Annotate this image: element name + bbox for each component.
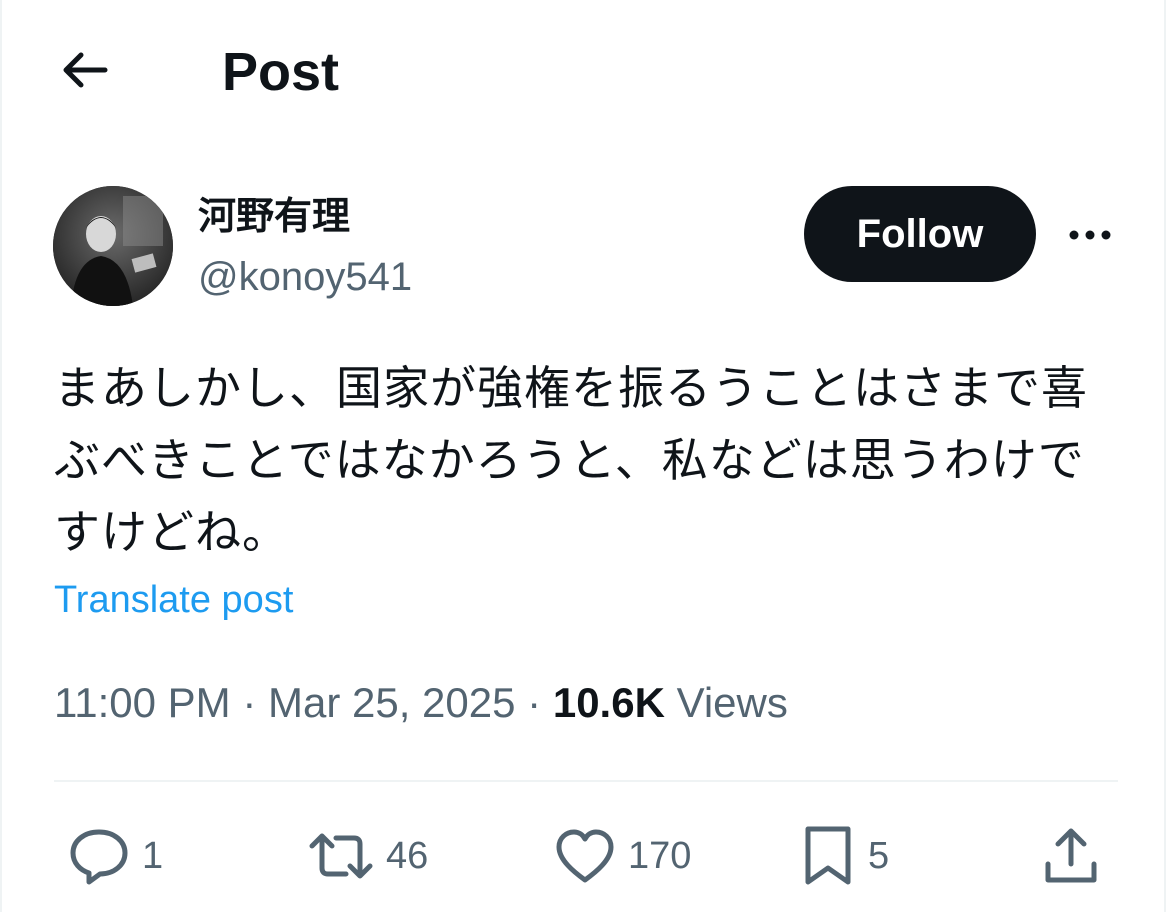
- share-icon: [1045, 828, 1097, 883]
- views-count[interactable]: 10.6K: [553, 679, 665, 726]
- reply-button[interactable]: 1: [68, 818, 163, 894]
- post-text: まあしかし、国家が強権を振るうことはさまで喜 ぶべきことではなかろうと、私などは…: [54, 361, 1088, 559]
- repost-button[interactable]: 46: [308, 818, 428, 894]
- repost-icon: [309, 833, 373, 879]
- post-time[interactable]: 11:00 PM: [54, 679, 231, 726]
- more-options-button[interactable]: [1062, 210, 1118, 260]
- repost-count: 46: [386, 835, 429, 877]
- heart-icon: [556, 829, 614, 883]
- bookmark-count: 5: [868, 835, 890, 877]
- author-handle[interactable]: @konoy541: [198, 252, 412, 302]
- post-page: Post 河野有理 @konoy541 Follow まあしかし、国家が強権を振…: [0, 0, 1166, 912]
- share-button[interactable]: [1042, 818, 1100, 894]
- views-label: Views: [676, 679, 788, 726]
- meta-separator: ·: [242, 679, 257, 726]
- reply-icon: [70, 829, 128, 885]
- arrow-left-icon: [63, 52, 108, 88]
- divider: [54, 780, 1118, 782]
- page-title: Post: [222, 42, 340, 102]
- follow-button[interactable]: Follow: [804, 186, 1036, 282]
- author-display-name[interactable]: 河野有理: [198, 192, 350, 240]
- meta-separator: ·: [527, 679, 542, 726]
- more-horizontal-icon: [1069, 230, 1111, 240]
- bookmark-icon: [805, 826, 851, 885]
- like-count: 170: [628, 835, 692, 877]
- avatar[interactable]: [53, 186, 173, 306]
- bookmark-button[interactable]: 5: [800, 818, 889, 894]
- back-button[interactable]: [54, 40, 114, 100]
- post-meta: 11:00 PM · Mar 25, 2025 · 10.6K Views: [54, 676, 788, 730]
- translate-post-link[interactable]: Translate post: [54, 576, 293, 624]
- post-date[interactable]: Mar 25, 2025: [268, 679, 516, 726]
- reply-count: 1: [142, 835, 164, 877]
- avatar-photo: [53, 186, 173, 306]
- like-button[interactable]: 170: [554, 818, 691, 894]
